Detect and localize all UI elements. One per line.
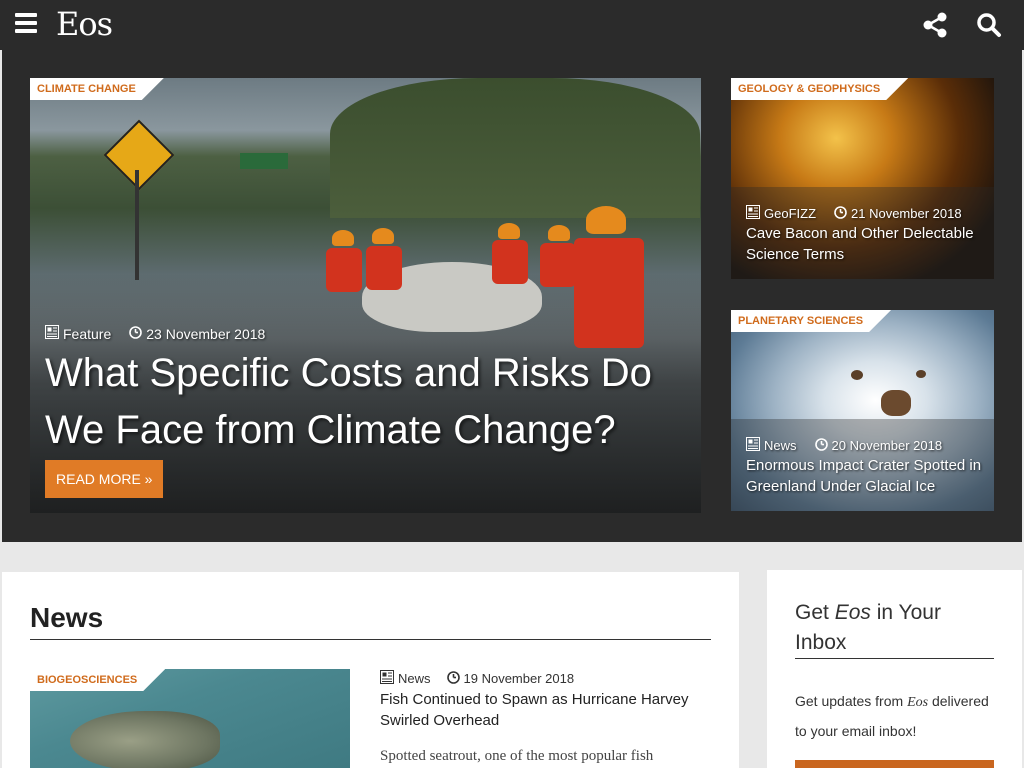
article-meta: News 20 November 2018	[746, 437, 942, 454]
article-date: 21 November 2018	[851, 206, 962, 221]
article-date: 19 November 2018	[463, 671, 575, 686]
side-article-title[interactable]: Enormous Impact Crater Spotted in Greenl…	[746, 455, 986, 497]
share-icon-svg	[923, 12, 947, 38]
signup-button[interactable]	[795, 760, 994, 768]
article-type-icon	[45, 325, 59, 342]
clock-icon	[129, 325, 143, 342]
article-type: GeoFIZZ	[764, 206, 817, 221]
search-icon-svg	[977, 13, 1001, 37]
search-icon[interactable]	[976, 12, 1002, 38]
news-thumbnail[interactable]: BIOGEOSCIENCES	[30, 669, 350, 768]
clock-icon	[446, 670, 460, 687]
menu-line	[15, 29, 37, 33]
read-more-button[interactable]: READ MORE »	[45, 460, 164, 498]
category-tag[interactable]: GEOLOGY & GEOPHYSICS	[731, 78, 908, 100]
photo-trees	[330, 78, 700, 218]
featured-article-title[interactable]: What Specific Costs and Risks Do We Face…	[45, 345, 685, 459]
news-section: News BIOGEOSCIENCES News 19 November 201…	[2, 572, 739, 768]
menu-line	[15, 13, 37, 17]
clock-icon	[834, 205, 847, 222]
article-type: News	[764, 438, 797, 453]
title-pre: Get	[795, 601, 835, 624]
photo-meteor	[916, 370, 926, 378]
article-date: 23 November 2018	[146, 325, 266, 342]
category-tag[interactable]: BIOGEOSCIENCES	[30, 669, 165, 691]
article-date: 20 November 2018	[831, 438, 943, 453]
side-article-title[interactable]: Cave Bacon and Other Delectable Science …	[746, 223, 986, 265]
photo-meteor	[851, 370, 863, 380]
newsletter-description: Get updates from Eos delivered to your e…	[795, 687, 995, 745]
newsletter-signup-panel: Get Eos in Your Inbox Get updates from E…	[767, 570, 1022, 768]
featured-article-card[interactable]: CLIMATE CHANGE Feature 23 November 2018 …	[30, 78, 701, 513]
clock-icon	[814, 437, 828, 454]
photo-vest	[492, 240, 528, 284]
article-meta: News 19 November 2018	[380, 670, 574, 687]
heading-divider	[30, 639, 711, 640]
photo-sign-post	[135, 170, 139, 280]
site-logo[interactable]: Eos	[56, 5, 113, 43]
top-navigation-bar: Eos	[0, 0, 1024, 50]
article-type: News	[398, 671, 431, 686]
photo-road-sign	[103, 119, 175, 191]
article-meta: GeoFIZZ 21 November 2018	[746, 205, 962, 222]
news-article-excerpt: Spotted seatrout, one of the most popula…	[380, 748, 654, 764]
photo-vest	[366, 246, 402, 290]
text-em: Eos	[907, 695, 929, 710]
newsletter-title: Get Eos in Your Inbox	[795, 598, 995, 658]
article-type-icon	[746, 205, 760, 222]
section-heading: News	[30, 602, 104, 633]
article-type-icon	[380, 670, 394, 687]
photo-vest	[574, 238, 644, 348]
photo-helmet	[372, 228, 394, 244]
photo-meteor	[881, 390, 911, 416]
article-meta: Feature 23 November 2018	[45, 325, 265, 342]
menu-line	[15, 21, 37, 25]
news-article-title[interactable]: Fish Continued to Spawn as Hurricane Har…	[380, 689, 710, 731]
hamburger-menu-icon[interactable]	[15, 13, 37, 35]
photo-vest	[326, 248, 362, 292]
share-icon[interactable]	[922, 12, 948, 38]
article-type: Feature	[63, 325, 112, 342]
title-em: Eos	[834, 601, 871, 624]
category-tag[interactable]: PLANETARY SCIENCES	[731, 310, 891, 332]
side-article-card[interactable]: GEOLOGY & GEOPHYSICS GeoFIZZ 21 November…	[731, 78, 994, 279]
photo-green-sign	[240, 153, 288, 169]
photo-helmet	[586, 206, 626, 234]
category-tag[interactable]: CLIMATE CHANGE	[30, 78, 164, 100]
article-type-icon	[746, 437, 760, 454]
photo-helmet	[332, 230, 354, 246]
photo-helmet	[498, 223, 520, 239]
heading-divider	[795, 658, 994, 659]
photo-vest	[540, 243, 576, 287]
text-pre: Get updates from	[795, 693, 908, 709]
photo-fish	[70, 711, 220, 768]
side-article-card[interactable]: PLANETARY SCIENCES News 20 November 2018…	[731, 310, 994, 511]
photo-helmet	[548, 225, 570, 241]
